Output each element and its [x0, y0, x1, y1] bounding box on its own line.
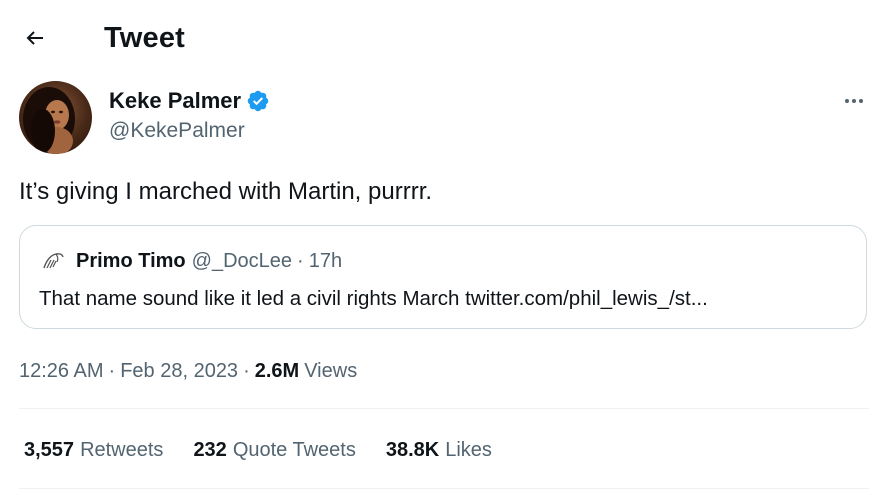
- more-horizontal-icon: [845, 99, 863, 103]
- back-button[interactable]: [16, 19, 54, 57]
- author-handle[interactable]: @KekePalmer: [109, 117, 245, 145]
- engagement-stats: 3,557 Retweets 232 Quote Tweets 38.8K Li…: [24, 436, 522, 464]
- retweets-stat[interactable]: 3,557 Retweets: [24, 436, 163, 464]
- top-bar: Tweet: [0, 0, 872, 76]
- quote-author-name: Primo Timo: [76, 250, 186, 272]
- quote-tweets-count: 232: [193, 439, 227, 461]
- quote-separator: ·: [297, 250, 304, 272]
- quote-header: Primo Timo @_DocLee · 17h: [40, 248, 342, 274]
- quote-tweets-label: Quote Tweets: [232, 439, 356, 461]
- tweet-text: It’s giving I marched with Martin, purrr…: [19, 178, 433, 205]
- avatar[interactable]: [19, 81, 92, 154]
- arrow-left-icon: [26, 31, 43, 45]
- quote-tweet-card[interactable]: Primo Timo @_DocLee · 17h That name soun…: [19, 225, 867, 329]
- tweet-time[interactable]: 12:26 AM: [19, 357, 104, 385]
- meta-separator: ·: [108, 360, 116, 382]
- likes-stat[interactable]: 38.8K Likes: [386, 436, 492, 464]
- quote-tweets-stat[interactable]: 232 Quote Tweets: [193, 436, 355, 464]
- more-options-button[interactable]: [834, 86, 872, 116]
- page-title: Tweet: [104, 22, 186, 54]
- meta-separator: ·: [243, 360, 250, 382]
- retweets-label: Retweets: [80, 439, 164, 461]
- quote-author-handle: @_DocLee: [191, 250, 293, 272]
- tweet-date[interactable]: Feb 28, 2023: [120, 357, 238, 385]
- tweet-metadata: 12:26 AM · Feb 28, 2023 · 2.6M Views: [19, 357, 357, 385]
- author-name-row[interactable]: Keke Palmer: [109, 87, 270, 115]
- quote-text: That name sound like it led a civil righ…: [39, 287, 708, 310]
- views-label: Views: [304, 360, 358, 382]
- tweet-author: Keke Palmer @KekePalmer: [0, 78, 872, 158]
- verified-badge-icon: [246, 89, 270, 113]
- likes-count: 38.8K: [385, 439, 440, 461]
- views-count: 2.6M: [254, 360, 300, 382]
- likes-label: Likes: [445, 439, 492, 461]
- display-name: Keke Palmer: [109, 88, 242, 113]
- divider: [19, 408, 869, 409]
- retweets-count: 3,557: [24, 439, 75, 461]
- divider: [19, 488, 869, 489]
- quote-timestamp: 17h: [308, 250, 343, 272]
- quote-avatar: [40, 248, 66, 274]
